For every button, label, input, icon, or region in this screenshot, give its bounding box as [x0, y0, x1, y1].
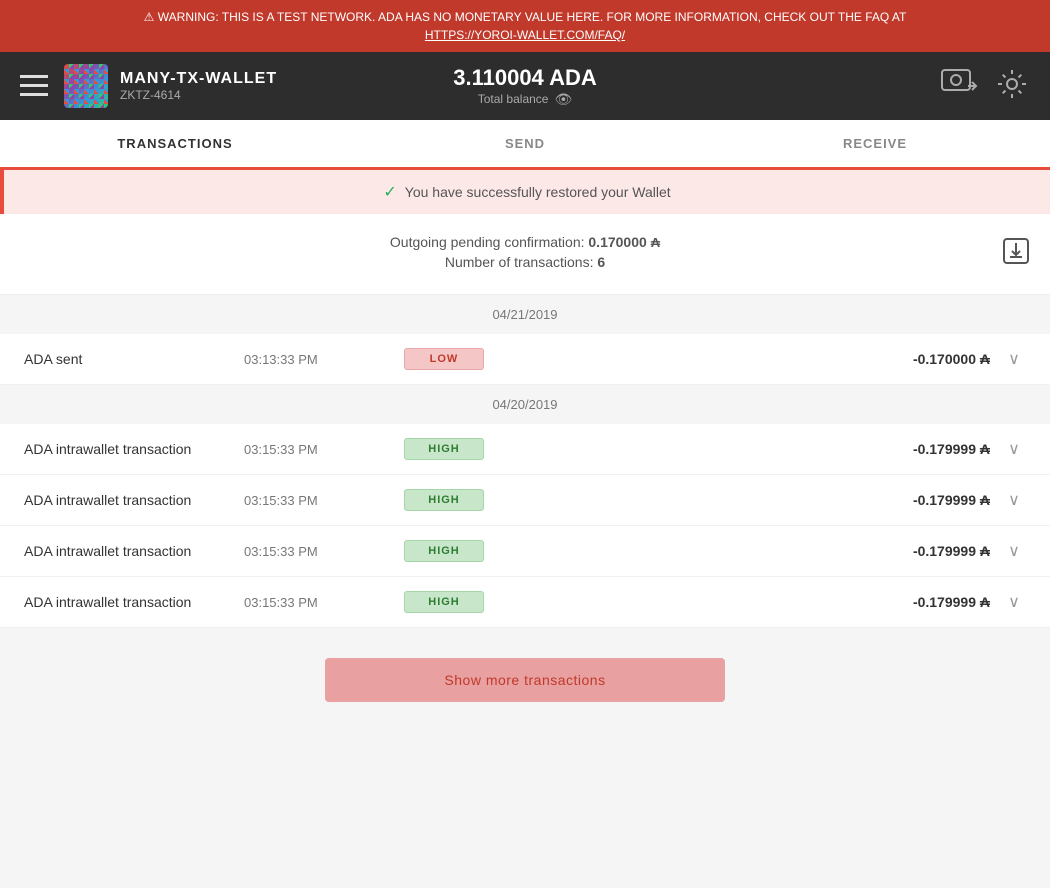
- tx-badge: HIGH: [404, 591, 524, 613]
- tx-badge: HIGH: [404, 540, 524, 562]
- tx-badge: LOW: [404, 348, 524, 370]
- tab-transactions[interactable]: TRANSACTIONS: [0, 120, 350, 170]
- tx-amount: -0.179999 ₳: [524, 441, 1002, 457]
- main-content: Outgoing pending confirmation: 0.170000 …: [0, 214, 1050, 732]
- send-receive-icon[interactable]: [938, 62, 982, 111]
- chevron-down-icon[interactable]: ∨: [1002, 490, 1026, 510]
- header-center: 3.110004 ADA Total balance 👁: [357, 65, 694, 108]
- tx-type: ADA intrawallet transaction: [24, 492, 244, 508]
- settings-icon[interactable]: [994, 66, 1030, 107]
- balance-label: Total balance 👁: [357, 91, 694, 108]
- badge-low: LOW: [404, 348, 484, 370]
- transaction-row[interactable]: ADA intrawallet transaction 03:15:33 PM …: [0, 526, 1050, 577]
- wallet-name: MANY-TX-WALLET: [120, 70, 277, 88]
- warning-banner: ⚠ WARNING: THIS IS A TEST NETWORK. ADA H…: [0, 0, 1050, 52]
- pending-text: Outgoing pending confirmation: 0.170000 …: [40, 234, 1010, 250]
- chevron-down-icon[interactable]: ∨: [1002, 349, 1026, 369]
- date-separator-2: 04/20/2019: [0, 385, 1050, 424]
- success-message: You have successfully restored your Wall…: [405, 184, 671, 200]
- tx-amount: -0.170000 ₳: [524, 351, 1002, 367]
- export-button[interactable]: [1002, 237, 1030, 271]
- header-right: [693, 62, 1030, 111]
- pending-section: Outgoing pending confirmation: 0.170000 …: [0, 214, 1050, 295]
- badge-high: HIGH: [404, 489, 484, 511]
- tx-type: ADA intrawallet transaction: [24, 594, 244, 610]
- check-icon: ✓: [383, 182, 396, 202]
- tx-badge: HIGH: [404, 489, 524, 511]
- tab-send[interactable]: SEND: [350, 120, 700, 170]
- success-banner: ✓ You have successfully restored your Wa…: [0, 170, 1050, 214]
- tx-amount: -0.179999 ₳: [524, 594, 1002, 610]
- header: MANY-TX-WALLET ZKTZ-4614 3.110004 ADA To…: [0, 52, 1050, 120]
- badge-high: HIGH: [404, 591, 484, 613]
- badge-high: HIGH: [404, 540, 484, 562]
- tx-time: 03:15:33 PM: [244, 493, 404, 508]
- chevron-down-icon[interactable]: ∨: [1002, 541, 1026, 561]
- tx-time: 03:15:33 PM: [244, 544, 404, 559]
- show-more-container: Show more transactions: [0, 628, 1050, 732]
- tx-time: 03:13:33 PM: [244, 352, 404, 367]
- transaction-row[interactable]: ADA intrawallet transaction 03:15:33 PM …: [0, 577, 1050, 628]
- header-left: MANY-TX-WALLET ZKTZ-4614: [20, 64, 357, 108]
- tx-badge: HIGH: [404, 438, 524, 460]
- chevron-down-icon[interactable]: ∨: [1002, 592, 1026, 612]
- warning-icon: ⚠: [144, 10, 155, 24]
- tx-amount: -0.179999 ₳: [524, 492, 1002, 508]
- transaction-row[interactable]: ADA intrawallet transaction 03:15:33 PM …: [0, 475, 1050, 526]
- warning-text: WARNING: THIS IS A TEST NETWORK. ADA HAS…: [158, 10, 907, 24]
- tx-time: 03:15:33 PM: [244, 595, 404, 610]
- badge-high: HIGH: [404, 438, 484, 460]
- pending-amount: 0.170000 ₳: [588, 234, 660, 250]
- chevron-down-icon[interactable]: ∨: [1002, 439, 1026, 459]
- show-more-button[interactable]: Show more transactions: [325, 658, 725, 702]
- tx-amount: -0.179999 ₳: [524, 543, 1002, 559]
- transaction-row[interactable]: ADA intrawallet transaction 03:15:33 PM …: [0, 424, 1050, 475]
- pending-tx-count: Number of transactions: 6: [40, 254, 1010, 270]
- balance-amount: 3.110004 ADA: [357, 65, 694, 91]
- date-separator-1: 04/21/2019: [0, 295, 1050, 334]
- tx-type: ADA intrawallet transaction: [24, 441, 244, 457]
- wallet-avatar: [64, 64, 108, 108]
- transaction-row[interactable]: ADA sent 03:13:33 PM LOW -0.170000 ₳ ∨: [0, 334, 1050, 385]
- tx-type: ADA sent: [24, 351, 244, 367]
- hamburger-icon[interactable]: [20, 75, 48, 97]
- tx-type: ADA intrawallet transaction: [24, 543, 244, 559]
- warning-link[interactable]: HTTPS://YOROI-WALLET.COM/FAQ/: [425, 28, 625, 42]
- wallet-info: MANY-TX-WALLET ZKTZ-4614: [120, 70, 277, 102]
- tabs: TRANSACTIONS SEND RECEIVE: [0, 120, 1050, 170]
- wallet-id: ZKTZ-4614: [120, 88, 277, 102]
- tx-time: 03:15:33 PM: [244, 442, 404, 457]
- tab-receive[interactable]: RECEIVE: [700, 120, 1050, 170]
- eye-icon[interactable]: 👁: [554, 91, 572, 108]
